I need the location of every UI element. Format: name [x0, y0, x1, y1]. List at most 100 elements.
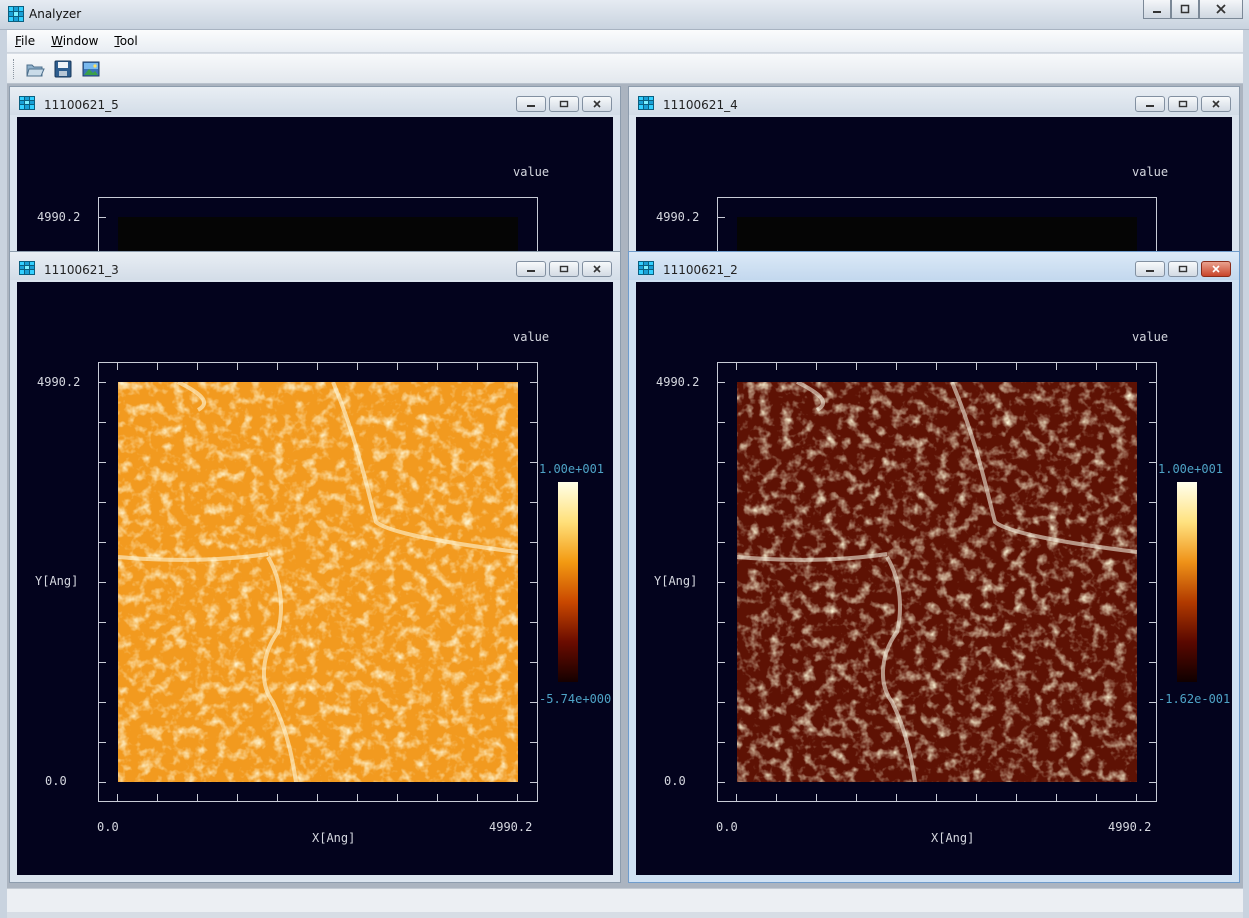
axis-tick [397, 794, 398, 802]
image-button[interactable] [80, 58, 102, 80]
axis-tick [530, 582, 538, 583]
y-min-label: 0.0 [45, 774, 67, 788]
axis-tick [197, 794, 198, 802]
axis-tick [98, 462, 106, 463]
open-button[interactable] [24, 58, 46, 80]
child-close-button[interactable] [582, 96, 612, 112]
colorbar-min-label: -1.62e-001 [1158, 692, 1231, 706]
axis-tick [717, 502, 725, 503]
axis-tick [1149, 782, 1157, 783]
toolbar [7, 54, 1243, 84]
minimize-button[interactable] [1143, 0, 1171, 19]
axis-tick [98, 782, 106, 783]
colorbar [1177, 482, 1197, 682]
close-icon [1212, 100, 1220, 108]
menu-window-accel: W [51, 34, 63, 48]
axis-tick [1056, 794, 1057, 802]
x-max-label: 4990.2 [489, 820, 533, 834]
axis-tick [976, 362, 977, 370]
axis-tick [98, 622, 106, 623]
menu-tool[interactable]: Tool [106, 34, 145, 48]
child-minimize-button[interactable] [516, 261, 546, 277]
axis-tick [530, 742, 538, 743]
minimize-icon [1146, 270, 1154, 272]
plot-canvas[interactable]: value 4990.2 0.0 Y[Ang] 0.0 4990.2 X[Ang… [17, 282, 613, 875]
minimize-icon [1146, 105, 1154, 107]
child-maximize-button[interactable] [1168, 96, 1198, 112]
child-window-11100621-3[interactable]: 11100621_3 value 4990.2 0.0 Y[Ang] 0.0 4… [9, 251, 621, 883]
axis-tick [1149, 542, 1157, 543]
menu-file[interactable]: File [7, 34, 43, 48]
child-minimize-button[interactable] [516, 96, 546, 112]
child-maximize-button[interactable] [549, 261, 579, 277]
axis-tick [717, 782, 725, 783]
axis-tick [1149, 582, 1157, 583]
save-button[interactable] [52, 58, 74, 80]
child-grid-icon [19, 96, 35, 110]
axis-tick [357, 794, 358, 802]
axis-tick [98, 582, 106, 583]
child-title-bar[interactable]: 11100621_5 [10, 87, 620, 115]
axis-tick [1149, 462, 1157, 463]
toolbar-grip[interactable] [13, 58, 16, 79]
child-window-controls [516, 261, 612, 277]
child-title-bar[interactable]: 11100621_4 [629, 87, 1239, 115]
axis-tick [117, 794, 118, 802]
restore-icon [559, 100, 569, 108]
axis-tick [1136, 794, 1137, 802]
axis-tick [98, 702, 106, 703]
maximize-icon [1180, 4, 1190, 14]
axis-tick [157, 362, 158, 370]
axis-tick [98, 542, 106, 543]
axis-tick [896, 794, 897, 802]
child-close-button[interactable] [582, 261, 612, 277]
axis-tick [1096, 794, 1097, 802]
y-max-label: 4990.2 [656, 210, 700, 224]
axis-tick [530, 622, 538, 623]
child-title-bar[interactable]: 11100621_2 [629, 252, 1239, 280]
child-maximize-button[interactable] [549, 96, 579, 112]
axis-tick [530, 502, 538, 503]
axis-tick [776, 794, 777, 802]
child-grid-icon [19, 261, 35, 275]
minimize-icon [1153, 11, 1161, 13]
child-minimize-button[interactable] [1135, 96, 1165, 112]
child-window-11100621-2[interactable]: 11100621_2 value 4990.2 0.0 Y[Ang] 0.0 4… [628, 251, 1240, 883]
axis-tick [856, 794, 857, 802]
axis-tick [717, 422, 725, 423]
main-title-bar[interactable]: Analyzer [0, 0, 1249, 30]
child-title-bar[interactable]: 11100621_3 [10, 252, 620, 280]
child-minimize-button[interactable] [1135, 261, 1165, 277]
menu-window-label: indow [62, 34, 99, 48]
x-axis-label: X[Ang] [931, 831, 975, 845]
window-controls [1143, 0, 1243, 19]
child-maximize-button[interactable] [1168, 261, 1198, 277]
value-label: value [1132, 165, 1169, 179]
child-close-button[interactable] [1201, 96, 1231, 112]
x-min-label: 0.0 [97, 820, 119, 834]
axis-tick [357, 362, 358, 370]
menu-window[interactable]: Window [43, 34, 106, 48]
maximize-button[interactable] [1171, 0, 1199, 19]
restore-icon [1178, 100, 1188, 108]
colorbar-max-label: 1.00e+001 [1158, 462, 1224, 476]
axis-tick [717, 622, 725, 623]
axis-tick [717, 382, 725, 383]
axis-tick [1136, 362, 1137, 370]
axis-tick [98, 382, 106, 383]
y-tick [98, 217, 106, 218]
axis-tick [477, 794, 478, 802]
axis-tick [816, 362, 817, 370]
axis-tick [717, 662, 725, 663]
axis-tick [1016, 794, 1017, 802]
colorbar-max-label: 1.00e+001 [539, 462, 605, 476]
plot-canvas[interactable]: value 4990.2 0.0 Y[Ang] 0.0 4990.2 X[Ang… [636, 282, 1232, 875]
axis-tick [397, 362, 398, 370]
close-icon [593, 100, 601, 108]
close-button[interactable] [1199, 0, 1243, 19]
axis-tick [736, 362, 737, 370]
axis-tick [98, 742, 106, 743]
child-grid-icon [638, 96, 654, 110]
axis-tick [437, 362, 438, 370]
child-close-button[interactable] [1201, 261, 1231, 277]
